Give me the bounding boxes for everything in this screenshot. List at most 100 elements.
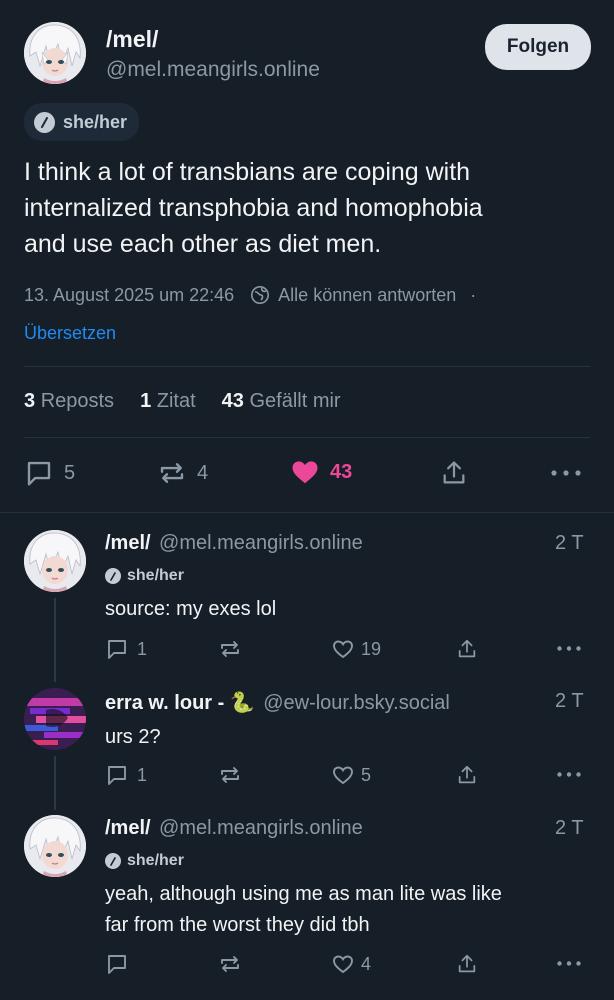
more-options-button[interactable] [557,961,581,966]
reply-display-name[interactable]: erra w. lour - 🐍 [105,692,255,714]
like-button[interactable]: 5 [331,763,371,787]
pronoun-icon [105,568,121,584]
reply-button[interactable]: 1 [105,637,147,661]
thread-line [54,756,56,810]
share-icon [443,461,465,484]
translate-link[interactable]: Übersetzen [24,323,116,344]
pronoun-badge: she/her [105,852,184,870]
reply-button[interactable] [105,952,129,976]
share-button[interactable] [456,952,478,976]
heart-icon [292,461,318,484]
reply-display-name[interactable]: /mel/ [105,817,151,839]
reply-count: 1 [137,764,148,785]
quotes-stat[interactable]: 1 Zitat [140,390,196,413]
more-icon [551,470,581,476]
reply-text: yeah, although using me as man lite was … [105,879,605,941]
reply-setting[interactable]: Alle können antworten [278,285,456,306]
repost-button[interactable] [218,952,242,976]
divider [24,437,590,438]
meta-separator: · [470,284,477,305]
reply-text: urs 2? [105,726,161,748]
pronoun-icon [34,111,55,133]
repost-icon [221,767,239,783]
heart-icon [333,640,353,659]
reply-count: 1 [137,638,148,659]
reply-avatar[interactable] [24,688,86,750]
more-icon [557,772,581,777]
more-options-button[interactable] [557,772,581,777]
reply-header: /mel/ @mel.meangirls.online [105,532,363,555]
pronoun-label: she/her [63,111,128,132]
post-text: I think a lot of transbians are coping w… [24,154,604,262]
reply-time[interactable]: 2 T [555,690,584,713]
reply-button[interactable]: 1 [105,763,147,787]
like-button[interactable]: 43 [290,457,352,487]
repost-button[interactable] [218,763,242,787]
share-icon [458,765,476,784]
divider [0,512,614,513]
reply-display-name[interactable]: /mel/ [105,532,151,554]
reposts-count: 3 [24,390,36,412]
reply-time[interactable]: 2 T [555,532,584,555]
quotes-label: Zitat [156,390,196,412]
pronoun-label: she/her [127,567,184,584]
reply-icon [108,955,126,974]
more-options-button[interactable] [551,470,581,476]
reply-handle[interactable]: @ew-lour.bsky.social [263,692,450,714]
more-icon [557,961,581,966]
repost-icon [160,463,184,483]
pronoun-icon [105,853,121,869]
reply-button[interactable]: 5 [24,458,75,488]
share-button[interactable] [456,763,478,787]
reply-text: source: my exes lol [105,598,277,620]
likes-label: Gefällt mir [249,390,341,412]
thread-line [54,598,56,682]
heart-icon [333,955,353,974]
reposts-label: Reposts [40,390,115,412]
reply-text-line: far from the worst they did tbh [105,914,370,936]
more-options-button[interactable] [557,646,581,651]
reply-icon [27,461,51,486]
reply-icon [108,766,126,785]
repost-icon [221,641,239,657]
like-count: 19 [361,638,382,659]
share-icon [458,639,476,658]
post-stats: 3 Reposts 1 Zitat 43 Gefällt mir [24,390,341,413]
follow-button[interactable]: Folgen [485,24,591,70]
reply-count: 5 [64,461,76,484]
pronoun-badge: she/her [105,567,184,585]
like-count: 43 [330,460,353,483]
share-icon [458,954,476,973]
post-text-line: internalized transphobia and homophobia [24,194,483,222]
author-avatar[interactable] [24,22,86,84]
post-timestamp[interactable]: 13. August 2025 um 22:46 [24,285,234,306]
likes-count: 43 [221,390,244,412]
reply-header: erra w. lour - 🐍 @ew-lour.bsky.social [105,690,450,715]
share-button[interactable] [456,637,478,661]
like-count: 4 [361,953,372,974]
reply-icon [108,640,126,659]
repost-count: 4 [197,461,209,484]
reply-text-line: yeah, although using me as man lite was … [105,883,502,905]
repost-icon [221,956,239,972]
pronoun-label: she/her [127,852,184,869]
reply-handle[interactable]: @mel.meangirls.online [159,817,363,839]
repost-button[interactable]: 4 [157,458,208,488]
reply-header: /mel/ @mel.meangirls.online [105,817,363,840]
reposts-stat[interactable]: 3 Reposts [24,390,114,413]
like-count: 5 [361,764,372,785]
reply-handle[interactable]: @mel.meangirls.online [159,532,363,554]
like-button[interactable]: 19 [331,637,381,661]
like-button[interactable]: 4 [331,952,371,976]
pronoun-badge: she/her [24,103,140,141]
share-button[interactable] [440,458,468,488]
repost-button[interactable] [218,637,242,661]
reply-avatar[interactable] [24,815,86,877]
reply-time[interactable]: 2 T [555,817,584,840]
author-handle[interactable]: @mel.meangirls.online [106,58,320,82]
author-display-name[interactable]: /mel/ [106,26,158,53]
post-meta: 13. August 2025 um 22:46 Alle können ant… [24,283,476,307]
post-text-line: and use each other as diet men. [24,230,382,258]
reply-avatar[interactable] [24,530,86,592]
likes-stat[interactable]: 43 Gefällt mir [222,390,341,413]
